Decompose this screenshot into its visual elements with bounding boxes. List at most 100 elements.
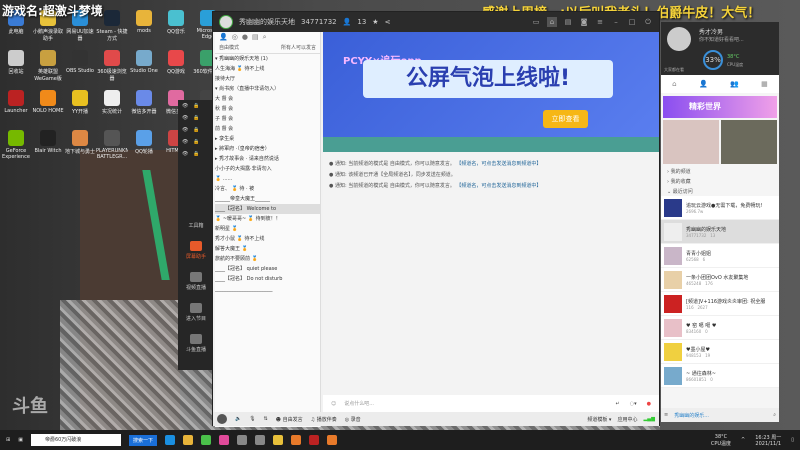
send-icon[interactable]: ↵ xyxy=(616,401,620,407)
home-icon[interactable]: ⌂ xyxy=(547,17,557,27)
app-icon[interactable] xyxy=(272,435,283,445)
channel-tree-item[interactable]: 旅航的不要顾前 🏅 xyxy=(215,254,320,264)
source-row[interactable]: 👁 🔒 xyxy=(178,124,214,136)
desktop-icon[interactable]: Launcher xyxy=(0,88,32,122)
channel-tree-item[interactable]: ▾ 秀幽幽的娱乐天地 (1) xyxy=(215,54,320,64)
channel-tree-item[interactable]: 🏅 ~暖哥哥~ 🏅 待到彼！！ xyxy=(215,214,320,224)
channel-tree-item[interactable]: 子 督 会 xyxy=(215,114,320,124)
menu-icon[interactable]: ≡ xyxy=(595,17,605,27)
mode-select[interactable]: 自由模式 xyxy=(219,44,239,51)
app-icon[interactable] xyxy=(326,435,337,445)
wonderful-world-banner[interactable]: 精彩世界 xyxy=(663,96,777,118)
contacts-tab-icon[interactable]: 👥 xyxy=(730,80,739,88)
app-center-button[interactable]: 应用中心 xyxy=(617,416,637,423)
user-signature[interactable]: 你不知道好看看吧... xyxy=(699,36,744,43)
desktop-icon[interactable]: Blair Witch xyxy=(32,128,64,162)
chat-input[interactable]: 说点什么吧... xyxy=(344,400,374,407)
channel-tree-item[interactable]: ____【冠名】 Welcome to xyxy=(215,204,320,214)
channel-tree-item[interactable]: 秀才小鼠 🏅 待不上线 xyxy=(215,234,320,244)
channel-tree-item[interactable]: 接待大厅 xyxy=(215,74,320,84)
search-hint[interactable]: 大家都在看 xyxy=(664,67,684,73)
desktop-icon[interactable]: mods xyxy=(128,8,160,42)
channel-tree-item[interactable]: 小小子的大揭露·非请勿入 xyxy=(215,164,320,174)
channel-tree-item[interactable]: ______帝皇大魔王______ xyxy=(215,194,320,204)
recent-channel-item[interactable]: ♥墨小屋♥ 948153 19 xyxy=(661,340,779,364)
toolbox-button[interactable]: 工具箱 xyxy=(178,222,214,229)
app-icon[interactable] xyxy=(236,435,247,445)
message-link[interactable]: 【频道名，可点击发送消息到频道中】 xyxy=(456,161,541,167)
desktop-icon[interactable]: OBS Studio xyxy=(64,48,96,82)
channel-tree-item[interactable]: _______________________ xyxy=(215,284,320,294)
taskbar-search[interactable]: 帝爵60万闪破浪 xyxy=(30,434,121,446)
channel-tree-item[interactable]: 秋 督 会 xyxy=(215,104,320,114)
recent-channel-item[interactable]: 追玩云游戏●无需下载，免费畅玩! 2696.7w xyxy=(661,196,779,220)
power-icon[interactable]: ⏻ xyxy=(643,17,653,27)
enter-show-button[interactable]: 进入节目 xyxy=(178,303,214,322)
free-speech-button[interactable]: ☻ 自由发言 xyxy=(276,416,303,423)
desktop-icon[interactable]: QQ游戏 xyxy=(160,48,192,82)
bubble-icon[interactable]: ◌▾ xyxy=(630,401,637,407)
share-icon[interactable]: ⋖ xyxy=(385,18,391,26)
featured-image[interactable] xyxy=(721,120,777,164)
taskview-icon[interactable]: ▣ xyxy=(18,437,23,443)
browser-icon[interactable] xyxy=(218,435,229,445)
channel-tree-item[interactable]: ▸ 孪生桌 xyxy=(215,134,320,144)
emoji-icon[interactable]: ☺ xyxy=(331,401,336,407)
channel-tree-item[interactable]: 解答大魔王 🏅 xyxy=(215,244,320,254)
recent-channel-item[interactable]: 秀幽幽的娱乐天地 34771732 13 xyxy=(661,220,779,244)
play-music-button[interactable]: ♫ 播放伴奏 xyxy=(311,416,337,423)
channel-tree-item[interactable]: ____【冠名】 Do not disturb xyxy=(215,274,320,284)
video-live-button[interactable]: 视频直播 xyxy=(178,272,214,291)
promo-banner[interactable]: PCYY×追玩opp 公屏气泡上线啦! 立即查看 xyxy=(323,32,659,152)
source-row[interactable]: 👁 🔒 xyxy=(178,100,214,112)
source-row[interactable]: 👁 🔒 xyxy=(178,148,214,160)
current-channel[interactable]: 秀幽幽的娱乐... xyxy=(674,412,709,419)
menu-icon[interactable]: ≡ xyxy=(664,412,668,418)
channel-tree-item[interactable]: 大 督 会 xyxy=(215,94,320,104)
desktop-icon[interactable]: 回收站 xyxy=(0,48,32,82)
source-row[interactable]: 👁 🔒 xyxy=(178,136,214,148)
desktop-icon[interactable]: 英雄联盟WeGame版 xyxy=(32,48,64,82)
my-channels[interactable]: › 我的频道 xyxy=(661,166,779,176)
desktop-icon[interactable]: 地下城与勇士 xyxy=(64,128,96,162)
game-icon[interactable]: ◙ xyxy=(579,17,589,27)
app-icon[interactable] xyxy=(290,435,301,445)
clock[interactable]: 16:23 周一 2021/11/1 xyxy=(755,434,781,447)
search-icon[interactable]: ⌕ xyxy=(773,412,776,418)
location-icon[interactable]: ● xyxy=(242,33,248,41)
channel-tree-item[interactable]: 人生海海 🏅 待不上线 xyxy=(215,64,320,74)
desktop-icon[interactable]: PLAYERUNKNOWN'S BATTLEGR... xyxy=(96,128,128,162)
featured-image[interactable] xyxy=(663,120,719,164)
desktop-icon[interactable]: Studio One xyxy=(128,48,160,82)
star-icon[interactable]: ★ xyxy=(372,18,378,26)
app-icon[interactable] xyxy=(254,435,265,445)
mic-icon[interactable]: 🎙 xyxy=(249,416,255,422)
source-row[interactable]: 👁 🔒 xyxy=(178,112,214,124)
book-icon[interactable]: ▤ xyxy=(563,17,573,27)
recent-channel-item[interactable]: 青青小姐姐 62568 6 xyxy=(661,244,779,268)
search-icon[interactable]: ⌕ xyxy=(263,33,267,41)
recent-visits[interactable]: ⌄ 最近访问 xyxy=(661,186,779,196)
recent-channel-item[interactable]: 一条小团团OvO 水友聚集地 465248 176 xyxy=(661,268,779,292)
channel-tree-item[interactable]: ▸ 秀才故事会 · 请来自然说话 xyxy=(215,154,320,164)
speaker-icon[interactable]: 🔈 xyxy=(235,416,241,422)
app-icon[interactable] xyxy=(308,435,319,445)
desktop-icon[interactable]: QQ轮播 xyxy=(128,128,160,162)
desktop-icon[interactable]: GeForce Experience xyxy=(0,128,32,162)
message-link[interactable]: 【频道名，可点击发送消息到频道中】 xyxy=(456,183,541,189)
friend-tab-icon[interactable]: 👤 xyxy=(699,80,708,88)
explorer-icon[interactable] xyxy=(182,435,193,445)
recent-channel-item[interactable]: ♥ 窑 噶 噶 ♥ 834160 0 xyxy=(661,316,779,340)
screen-helper-button[interactable]: 屏幕助手 xyxy=(178,241,214,260)
minimize-icon[interactable]: – xyxy=(611,17,621,27)
desktop-icon[interactable]: 实况统计 xyxy=(96,88,128,122)
apps-tab-icon[interactable]: ▦ xyxy=(761,80,768,88)
recent-channel-item[interactable]: [频道]V+116游戏炎炎审团: 祝全服 116 2627 xyxy=(661,292,779,316)
channel-tree-item[interactable]: ▸ 將軍府 ·（皇帝的宿舍） xyxy=(215,144,320,154)
mic-icon[interactable]: ● xyxy=(647,401,651,407)
avatar[interactable] xyxy=(217,414,227,424)
headset-icon[interactable]: ◎ xyxy=(232,33,238,41)
home-tab-icon[interactable]: ⌂ xyxy=(672,80,676,88)
channel-tree-item[interactable]: ▾ 尚书房（直播中非请勿入） xyxy=(215,84,320,94)
desktop-icon[interactable]: NOLO HOME xyxy=(32,88,64,122)
